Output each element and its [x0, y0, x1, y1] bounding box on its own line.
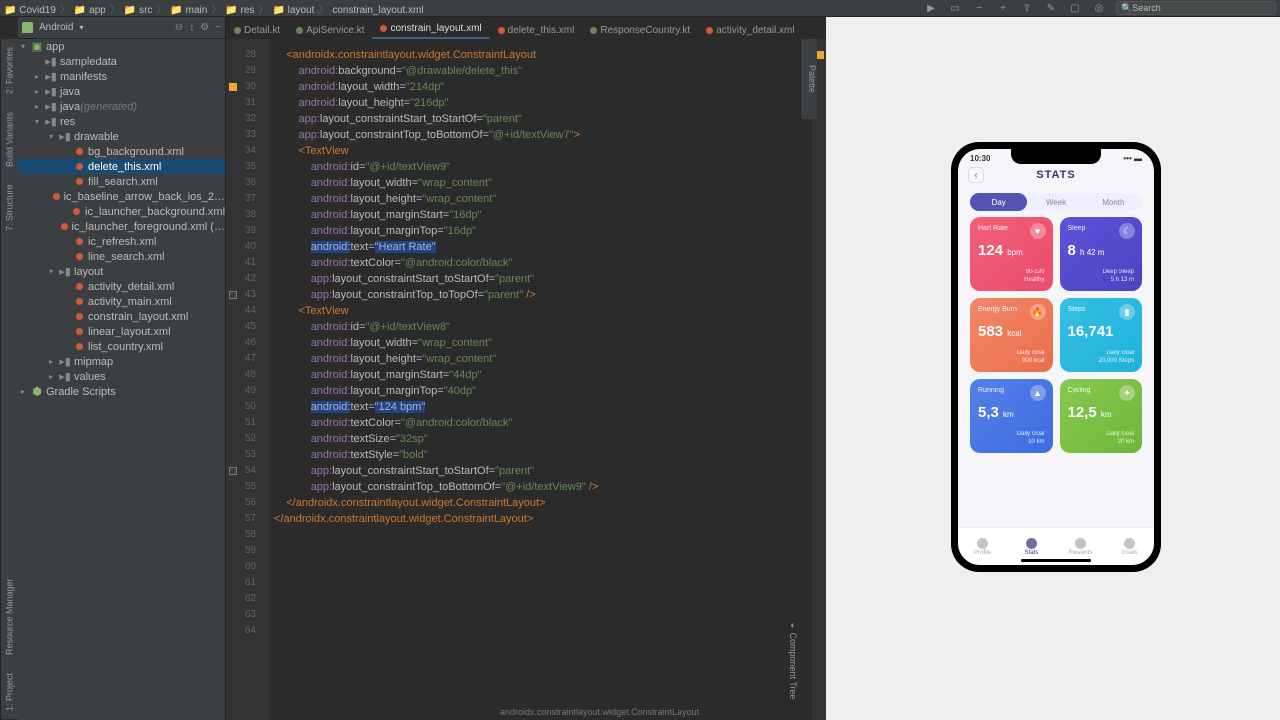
editor-tab[interactable]: ResponseCountry.kt [582, 22, 698, 39]
tree-item[interactable]: bg_background.xml [18, 144, 225, 159]
tree-item[interactable]: ▾▣app [18, 39, 225, 54]
collapse-icon[interactable]: ⊖ [175, 22, 183, 33]
tree-item[interactable]: ic_refresh.xml [18, 234, 225, 249]
edit-icon[interactable]: ✎ [1044, 1, 1058, 15]
target-icon[interactable]: ◎ [1092, 1, 1106, 15]
export-icon[interactable]: ⇧ [1020, 1, 1034, 15]
tree-item[interactable]: activity_detail.xml [18, 279, 225, 294]
page-title: STATS [1036, 169, 1075, 181]
tree-item[interactable]: ic_launcher_background.xml [18, 204, 225, 219]
hide-icon[interactable]: − [215, 22, 221, 33]
editor-tab[interactable]: ApiService.kt [288, 22, 372, 39]
component-tree-tab[interactable]: ◐ Component Tree [780, 610, 798, 710]
nav-item[interactable]: Profile [958, 528, 1007, 565]
zoom-out-icon[interactable]: − [972, 1, 986, 15]
sort-icon[interactable]: ↕ [189, 22, 194, 33]
card-icon: ☾ [1119, 223, 1135, 239]
stat-card[interactable]: Steps▮16,741 Daily Goal20,000 Steps [1060, 298, 1143, 372]
tree-item[interactable]: ic_baseline_arrow_back_ios_2… [18, 189, 225, 204]
editor-tab[interactable]: activity_detail.xml [698, 22, 802, 39]
card-icon: ♥ [1030, 223, 1046, 239]
stat-card[interactable]: Hart Rate♥124 bpm80-120Healthy [970, 217, 1053, 291]
tree-item[interactable]: ▸▸▮java (generated) [18, 99, 225, 114]
tree-item[interactable]: ic_launcher_foreground.xml (… [18, 219, 225, 234]
editor-tab[interactable]: Detail.kt [226, 22, 288, 39]
project-tree[interactable]: ▾▣app▸▮sampledata▸▸▮manifests▸▸▮java▸▸▮j… [18, 39, 226, 720]
card-icon: ▮ [1119, 304, 1135, 320]
tree-item[interactable]: ▸⬢Gradle Scripts [18, 384, 225, 399]
back-button[interactable]: ‹ [968, 167, 984, 183]
project-toolbar: Android ▾ ⊖ ↕ ⚙ − [18, 17, 226, 39]
breadcrumb-item[interactable]: 📁 main [170, 5, 207, 16]
save-icon[interactable]: ▢ [1068, 1, 1082, 15]
card-icon: ▲ [1030, 385, 1046, 401]
editor-tab[interactable]: constrain_layout.xml [372, 20, 489, 39]
phone-frame: 10:30 ••• ▬ ‹ STATS Day Week Month Hart … [951, 142, 1161, 572]
tree-item[interactable]: fill_search.xml [18, 174, 225, 189]
tree-item[interactable]: ▸▸▮manifests [18, 69, 225, 84]
tree-item[interactable]: ▾▸▮res [18, 114, 225, 129]
left-tool-strip[interactable]: 1: Project Resource Manager 7: Structure… [0, 39, 18, 719]
breadcrumb-item[interactable]: 📁 layout [272, 5, 314, 16]
nav-item[interactable]: Goals [1105, 528, 1154, 565]
tree-item[interactable]: ▸▸▮java [18, 84, 225, 99]
run-icon[interactable]: ▶ [924, 1, 938, 15]
stat-card[interactable]: Running▲5,3 kmDaily Goal10 km [970, 379, 1053, 453]
editor-marks [812, 39, 826, 720]
period-tabs[interactable]: Day Week Month [970, 193, 1142, 211]
breadcrumb-item[interactable]: 📁 app [74, 5, 106, 16]
tab-week: Week [1027, 193, 1084, 211]
card-icon: 🔥 [1030, 304, 1046, 320]
design-preview: 10:30 ••• ▬ ‹ STATS Day Week Month Hart … [826, 17, 1280, 720]
tab-day: Day [970, 193, 1027, 211]
editor-tab[interactable]: delete_this.xml [490, 22, 583, 39]
tree-item[interactable]: linear_layout.xml [18, 324, 225, 339]
gutter: 2829303132333435363738394041424344454647… [226, 39, 270, 720]
code-editor[interactable]: 2829303132333435363738394041424344454647… [226, 39, 826, 720]
tree-item[interactable]: ▸▸▮values [18, 369, 225, 384]
device-icon[interactable]: ▭ [948, 1, 962, 15]
tree-item[interactable]: ▾▸▮layout [18, 264, 225, 279]
android-icon [22, 22, 33, 33]
stat-card[interactable]: Cycling✦12,5 kmDaily Goal20 km [1060, 379, 1143, 453]
tree-item[interactable]: delete_this.xml [18, 159, 225, 174]
search-input[interactable]: 🔍 Search [1116, 1, 1276, 15]
tree-item[interactable]: activity_main.xml [18, 294, 225, 309]
zoom-in-icon[interactable]: + [996, 1, 1010, 15]
breadcrumb-item[interactable]: 📁 Covid19 [4, 5, 56, 16]
tree-item[interactable]: line_search.xml [18, 249, 225, 264]
editor-tabs: Detail.kt ApiService.kt constrain_layout… [226, 17, 803, 39]
breadcrumb: 📁 Covid19〉📁 app〉📁 src〉📁 main〉📁 res〉📁 lay… [0, 0, 1280, 17]
settings-icon[interactable]: ⚙ [200, 22, 209, 33]
tree-item[interactable]: constrain_layout.xml [18, 309, 225, 324]
breadcrumb-item[interactable]: 📁 res [225, 5, 254, 16]
editor-status: androidx.constraintlayout.widget.Constra… [500, 704, 699, 720]
tab-month: Month [1085, 193, 1142, 211]
stat-card[interactable]: Sleep☾8 h 42 mDeep Sleep5 h 13 m [1060, 217, 1143, 291]
tree-item[interactable]: ▸▮sampledata [18, 54, 225, 69]
stat-card[interactable]: Energy Burn🔥583 kcalDaily Goal900 kcal [970, 298, 1053, 372]
palette-tab[interactable]: Palette [800, 39, 817, 119]
tree-item[interactable]: list_country.xml [18, 339, 225, 354]
tree-item[interactable]: ▸▸▮mipmap [18, 354, 225, 369]
breadcrumb-item[interactable]: 📁 src [124, 5, 153, 16]
tree-item[interactable]: ▾▸▮drawable [18, 129, 225, 144]
project-view-label[interactable]: Android [39, 22, 73, 33]
card-icon: ✦ [1119, 385, 1135, 401]
breadcrumb-item[interactable]: constrain_layout.xml [332, 5, 423, 16]
